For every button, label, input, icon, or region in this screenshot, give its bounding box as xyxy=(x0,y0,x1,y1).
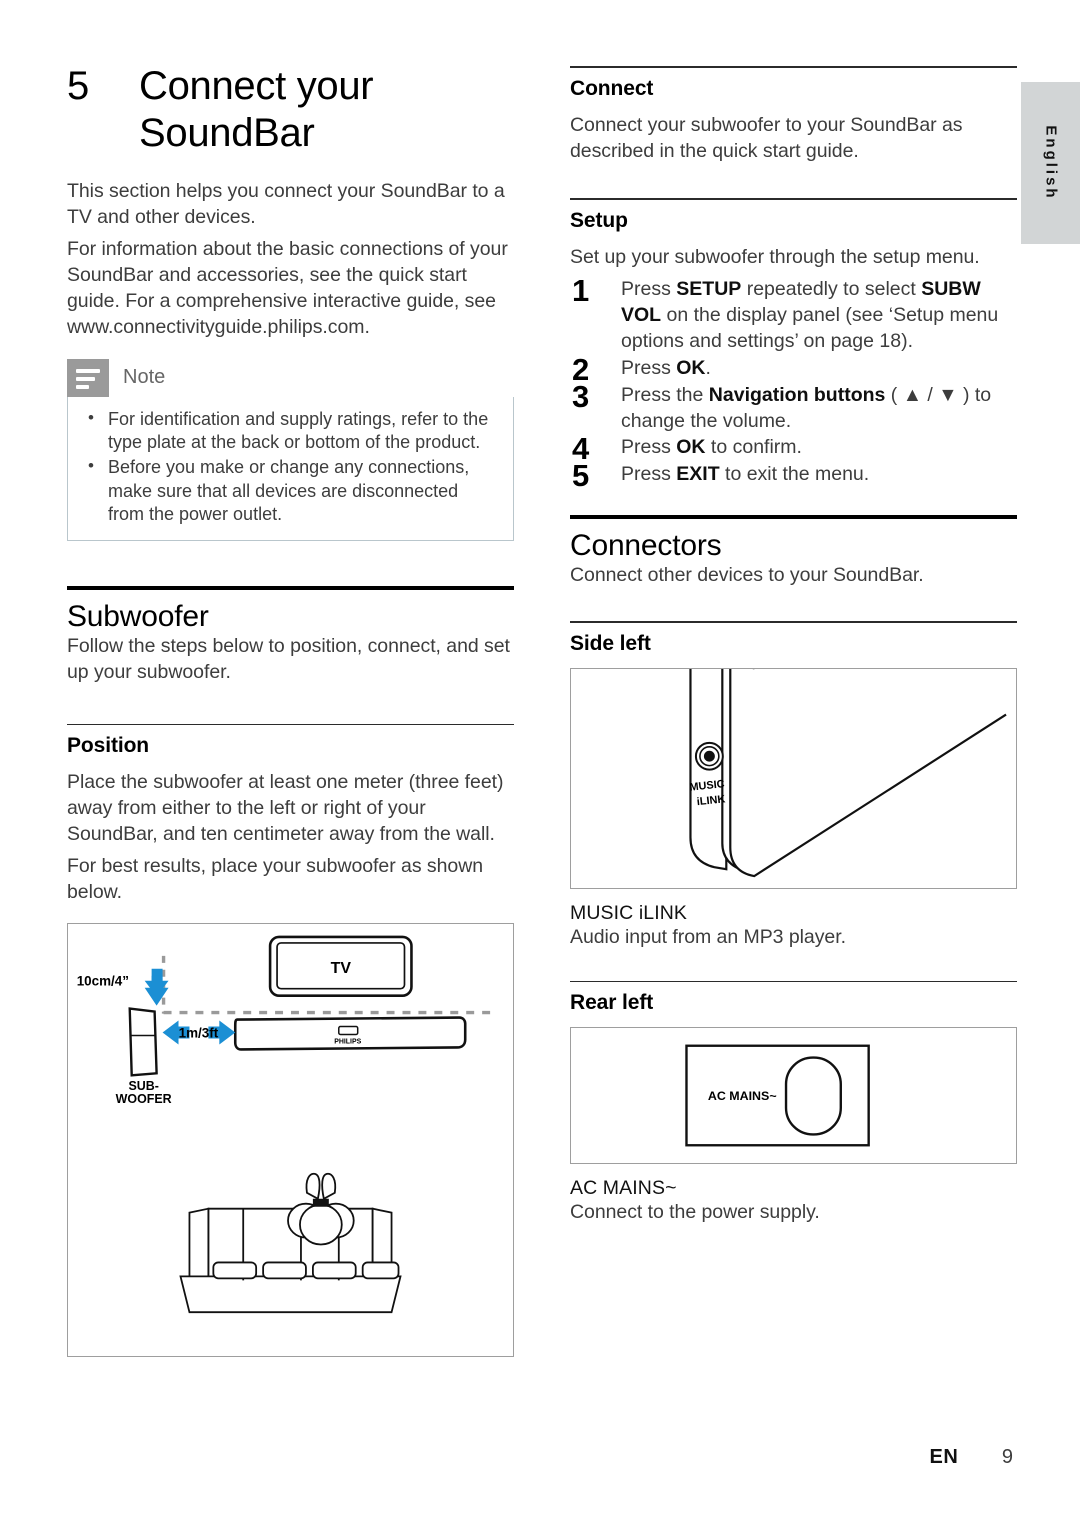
connect-paragraph: Connect your subwoofer to your SoundBar … xyxy=(570,113,963,162)
rear-left-term: AC MAINS~ xyxy=(570,1177,677,1200)
ac-mains-socket-label: AC MAINS~ xyxy=(708,1089,777,1103)
section-rule-setup xyxy=(570,198,1017,201)
ac-socket-outline xyxy=(784,1056,842,1136)
setup-step-number: 1 xyxy=(572,272,590,308)
chapter-title: 5 Connect your SoundBar xyxy=(67,0,514,157)
setup-step: 2 Press OK. xyxy=(570,352,1017,387)
note-lines-icon xyxy=(67,358,109,397)
setup-step-text: Press EXIT to exit the menu. xyxy=(621,463,870,486)
subsection-heading-setup: Setup xyxy=(570,209,628,233)
section-rule-side-left xyxy=(570,621,1017,623)
left-column: 5 Connect your SoundBar This section hel… xyxy=(67,0,514,1357)
subsection-heading-rear-left: Rear left xyxy=(570,991,654,1015)
rear-left-diagram: AC MAINS~ xyxy=(685,1044,870,1147)
figure-rear-left-connector: AC MAINS~ xyxy=(570,1027,1017,1165)
chapter-intro-paragraph-2: For information about the basic connecti… xyxy=(67,238,508,338)
note-list-item: For identification and supply ratings, r… xyxy=(82,407,499,455)
section-rule-connectors xyxy=(570,515,1017,520)
subsection-heading-side-left: Side left xyxy=(570,631,651,655)
figure-side-left-connector: MUSIC iLINK xyxy=(570,667,1017,889)
setup-step-number: 3 xyxy=(572,378,590,414)
figure-subwoofer-placement: TV SUB- WOOFER PHILIPS 10cm/4” 1m/3ft xyxy=(67,922,514,1357)
note-title: Note xyxy=(123,366,166,389)
subwoofer-intro: Follow the steps below to position, conn… xyxy=(67,634,510,683)
section-rule-subwoofer xyxy=(67,585,514,590)
setup-step: 1 Press SETUP repeatedly to select SUBW V… xyxy=(570,273,1017,355)
subsection-heading-connect: Connect xyxy=(570,76,654,100)
connectors-intro: Connect other devices to your SoundBar. xyxy=(570,564,924,587)
note-box: Note For identification and supply ratin… xyxy=(67,358,514,541)
setup-step-text: Press OK. xyxy=(621,356,711,379)
setup-step-text: Press OK to confirm. xyxy=(621,436,802,459)
note-list-item: Before you make or change any connection… xyxy=(82,455,499,527)
person-illustration xyxy=(287,1172,355,1246)
tv-label: TV xyxy=(331,960,352,977)
chapter-number: 5 xyxy=(67,64,89,108)
setup-step: 3 Press the Navigation buttons ( ▲ / ▼ ) … xyxy=(570,379,1017,435)
language-tab-english: English xyxy=(1021,82,1080,244)
position-paragraph-2: For best results, place your subwoofer a… xyxy=(67,855,484,903)
manual-page: 5 Connect your SoundBar This section hel… xyxy=(0,0,1080,1527)
section-rule-position xyxy=(67,723,514,726)
setup-intro: Set up your subwoofer through the setup … xyxy=(570,246,980,269)
note-list: For identification and supply ratings, r… xyxy=(82,407,499,527)
section-heading-connectors: Connectors xyxy=(570,529,722,563)
rear-left-description: Connect to the power supply. xyxy=(570,1201,820,1224)
side-left-term: MUSIC iLINK xyxy=(570,901,688,924)
footer-language-code: EN xyxy=(929,1446,959,1468)
chapter-title-text: Connect your SoundBar xyxy=(139,64,374,156)
subwoofer-label-line1: SUB- xyxy=(128,1079,158,1093)
language-tab-label: English xyxy=(1042,125,1059,201)
section-rule-connect xyxy=(570,66,1017,68)
setup-step-text: Press the Navigation buttons ( ▲ / ▼ ) t… xyxy=(621,383,992,432)
setup-step-list: 1 Press SETUP repeatedly to select SUBW V… xyxy=(570,273,1017,493)
setup-step-text: Press SETUP repeatedly to select SUBW VO… xyxy=(621,277,999,352)
soundbar-display xyxy=(338,1025,359,1036)
section-rule-rear-left xyxy=(570,980,1017,983)
side-left-diagram: MUSIC iLINK xyxy=(689,668,1007,878)
section-heading-subwoofer: Subwoofer xyxy=(67,599,209,633)
footer-page-number: 9 xyxy=(1001,1446,1013,1468)
sub-distance-label: 1m/3ft xyxy=(179,1025,219,1040)
music-ilink-jack-icon xyxy=(694,741,724,771)
setup-step-number: 5 xyxy=(572,458,590,494)
subwoofer-illustration xyxy=(128,1007,158,1077)
setup-step: 5 Press EXIT to exit the menu. xyxy=(570,458,1017,493)
soundbar-brand-label: PHILIPS xyxy=(334,1038,361,1045)
subsection-heading-position: Position xyxy=(67,734,150,758)
subwoofer-label-line2: WOOFER xyxy=(116,1092,172,1106)
position-paragraph-1: Place the subwoofer at least one meter (… xyxy=(67,771,504,846)
note-header: Note xyxy=(67,358,514,397)
wall-distance-label: 10cm/4” xyxy=(77,974,129,989)
setup-step: 4 Press OK to confirm. xyxy=(570,431,1017,466)
chapter-intro-paragraph-1: This section helps you connect your Soun… xyxy=(67,180,505,229)
side-left-description: Audio input from an MP3 player. xyxy=(570,925,846,948)
page-footer: EN 9 xyxy=(0,1446,1013,1469)
note-body: For identification and supply ratings, r… xyxy=(67,396,514,541)
placement-diagram: TV SUB- WOOFER PHILIPS 10cm/4” 1m/3ft xyxy=(77,935,499,1313)
right-column: Connect Connect your subwoofer to your S… xyxy=(570,0,1017,1232)
